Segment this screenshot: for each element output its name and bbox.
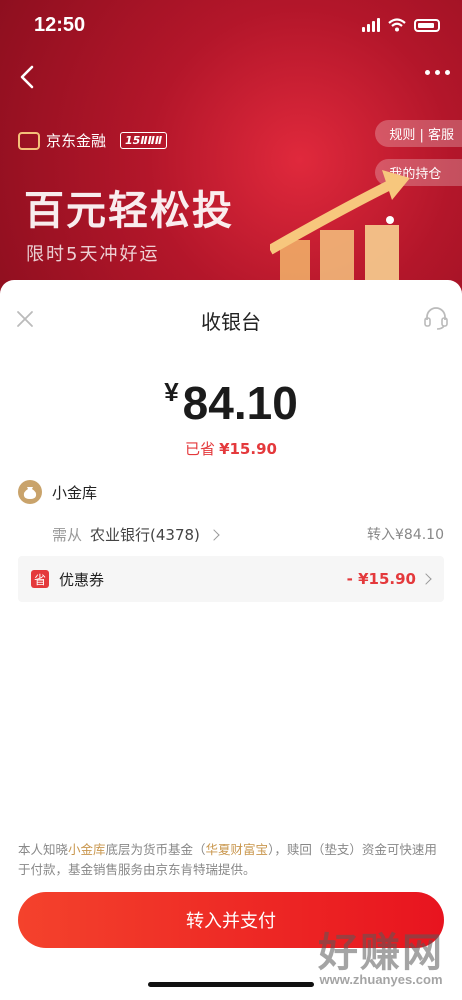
disclaimer: 本人知晓小金库底层为货币基金（华夏财富宝），赎回（垫支）资金可快速用于付款，基金… [18,840,446,880]
fund-name: 小金库 [52,483,98,502]
status-bar: 12:50 [0,0,462,50]
coupon-icon: 省 [31,570,49,588]
transfer-amount: 转入¥84.10 [367,527,444,543]
coupon-value: - ¥15.90 [346,570,416,588]
pay-amount: ¥84.10 [0,376,462,430]
disclaimer-text: 本人知晓 [18,842,69,857]
coupon-row[interactable]: 省 优惠券 - ¥15.90 [18,556,444,602]
battery-icon [414,18,440,32]
signal-icon [362,18,380,32]
customer-service-icon[interactable] [422,304,450,332]
back-icon[interactable] [14,62,44,92]
chevron-right-icon [208,528,220,541]
brand: 京东金融 15ⅡⅡⅡ [18,130,168,151]
wifi-icon [388,18,406,32]
banner-headline: 百元轻松投 [24,188,234,234]
brand-logo-icon [18,131,40,150]
home-indicator [148,982,314,987]
more-icon[interactable] [425,70,450,75]
coupon-label: 优惠券 [59,570,105,589]
amount-value: 84.10 [182,377,298,429]
pay-from-label: 需从 [52,526,83,544]
money-bag-icon [18,480,42,504]
saved-value: ¥15.90 [219,440,277,458]
saved-amount: 已省 ¥15.90 [0,438,462,459]
transfer-and-pay-button[interactable]: 转入并支付 [18,892,444,948]
saved-label: 已省 [185,440,216,458]
currency-symbol: ¥ [164,377,179,407]
fund-link[interactable]: 小金库 [68,842,106,857]
fund-product-link[interactable]: 华夏财富宝 [206,842,269,857]
promo-banner: 12:50 京东金融 15ⅡⅡⅡ 规则 | 客服 我的持仓 百元轻松投 限时5天… [0,0,462,300]
coins-arrow-illustration [270,170,410,300]
chevron-right-icon [420,573,432,585]
pay-method-selector[interactable]: 需从 农业银行(4378) [52,524,220,545]
banner-subline: 限时5天冲好运 [26,244,160,265]
bank-name: 农业银行(4378) [90,526,200,544]
cashier-sheet: 收银台 ¥84.10 已省 ¥15.90 小金库 需从 农业银行(4378) 转入… [0,280,462,1000]
fund-row: 小金库 [18,480,97,504]
disclaimer-text: 底层为货币基金（ [105,842,206,857]
sheet-title: 收银台 [201,310,261,334]
brand-name: 京东金融 [46,132,107,150]
status-icons [362,18,440,32]
status-time: 12:50 [34,14,86,36]
brand-badge: 15ⅡⅡⅡ [120,132,168,149]
